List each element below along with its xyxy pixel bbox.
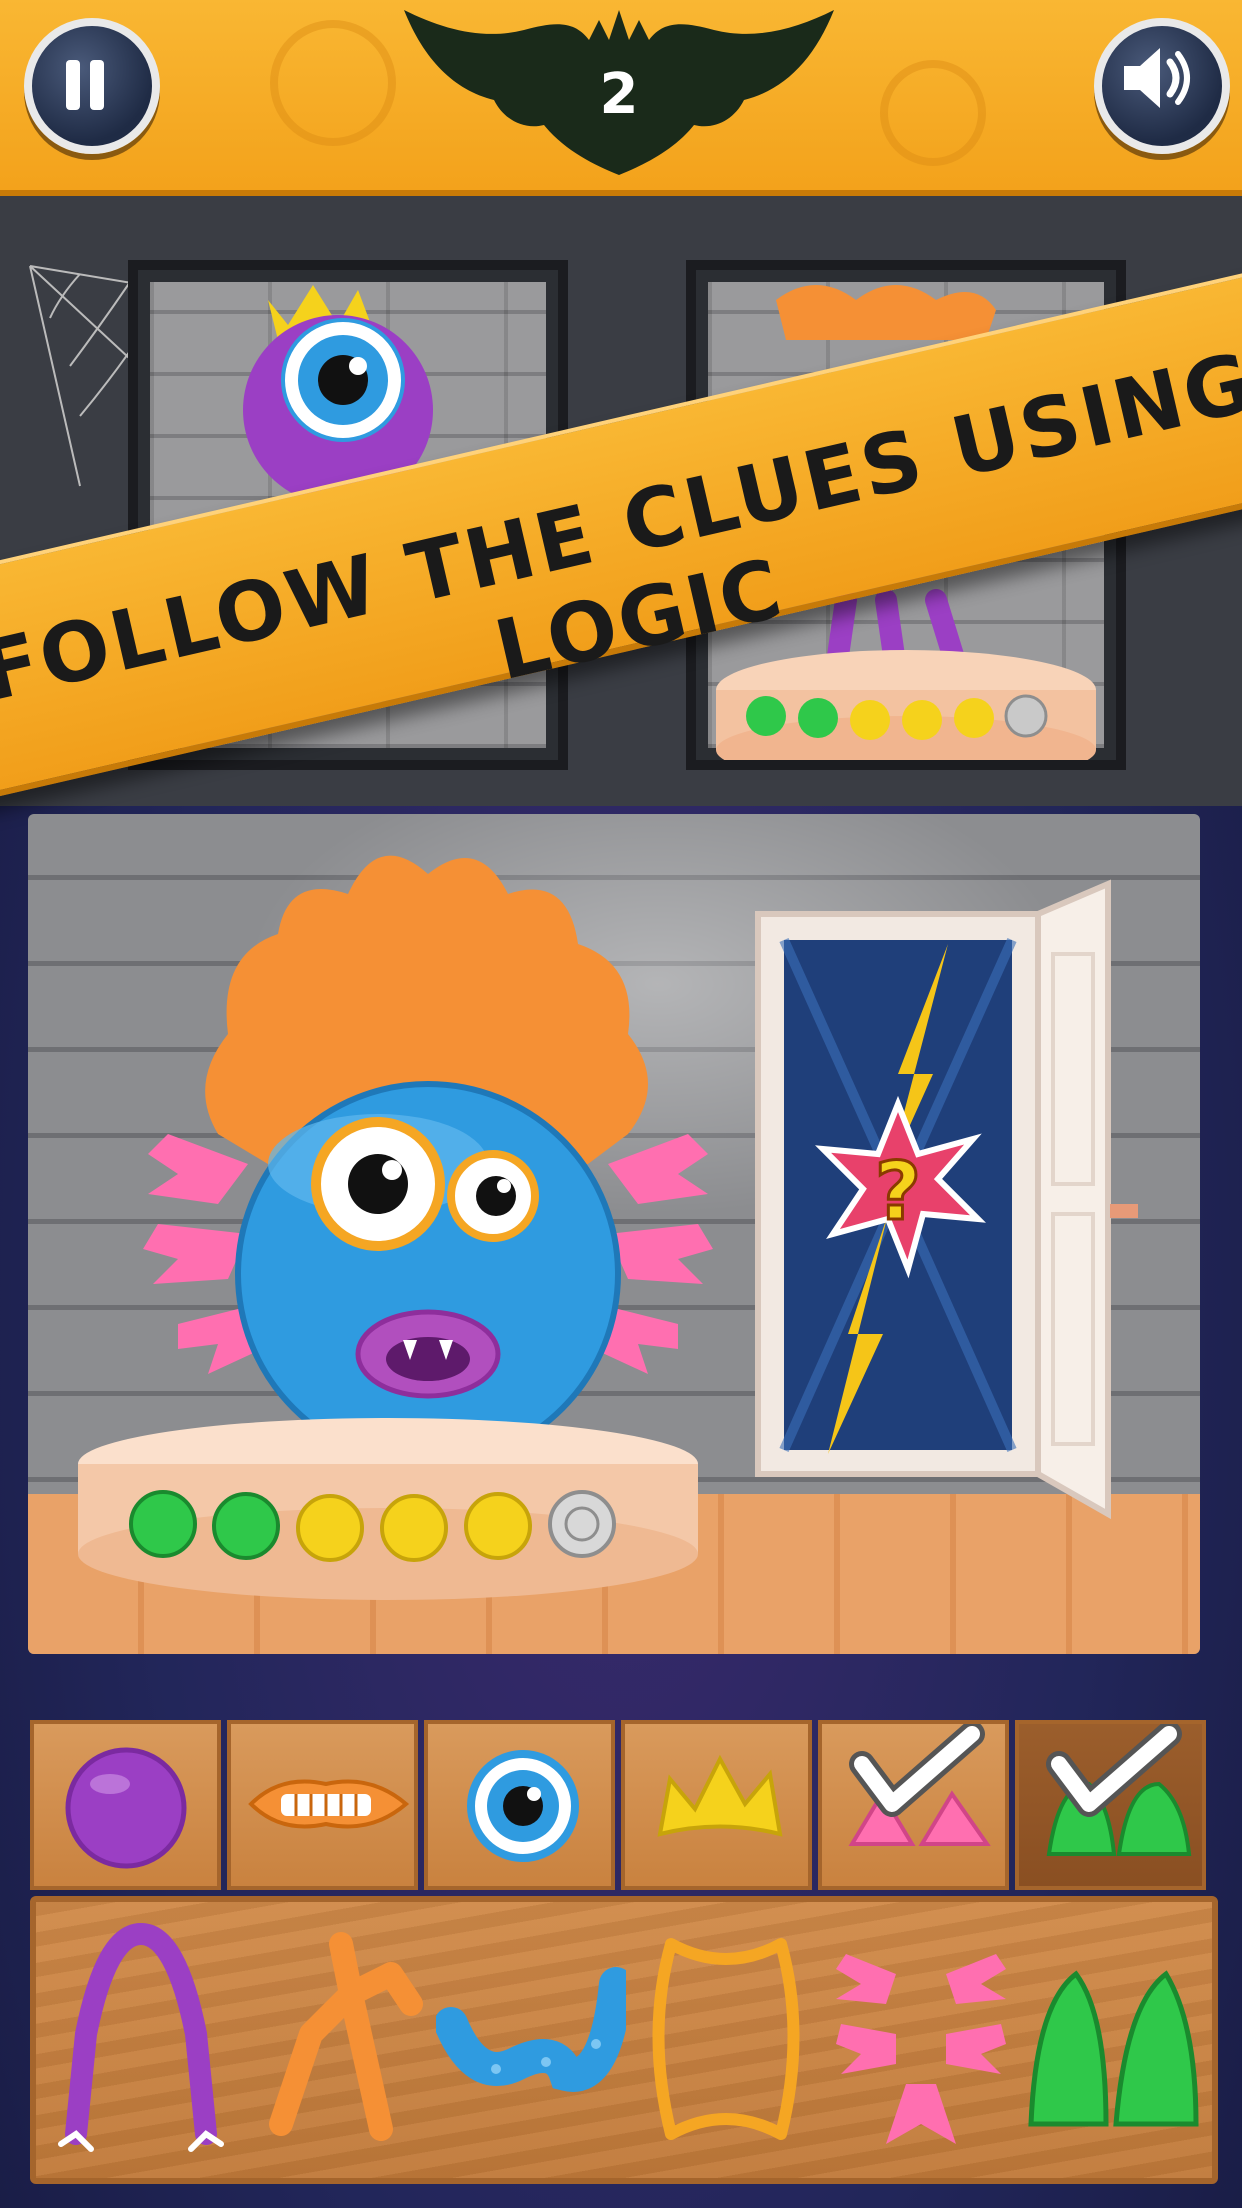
indicator-green — [129, 1490, 197, 1558]
tray-slot-orange-mouth[interactable] — [227, 1720, 418, 1890]
question-mark-icon: ? — [875, 1145, 921, 1238]
part-blue-tentacle[interactable] — [436, 1914, 626, 2164]
yellow-crown-icon — [657, 1754, 783, 1837]
indicator-green — [212, 1492, 280, 1560]
tray-slot-yellow-crown[interactable] — [621, 1720, 812, 1890]
game-screen: 2 FOLLOW THE CLUES USING LOGIC ? — [0, 0, 1242, 2208]
tray-slot-blue-eye[interactable] — [424, 1720, 615, 1890]
speaker-icon — [1124, 48, 1190, 108]
pause-button[interactable] — [24, 18, 160, 154]
indicator-gray — [1004, 694, 1048, 738]
level-badge: 2 — [404, 0, 834, 180]
level-number: 2 — [599, 62, 639, 127]
orange-outline-body-icon — [652, 1938, 800, 2140]
indicator-yellow — [954, 698, 994, 738]
green-feet-icon — [1028, 1970, 1199, 2127]
purple-legs-icon — [65, 1922, 217, 2145]
indicator-yellow — [380, 1494, 448, 1562]
indicator-yellow — [850, 700, 890, 740]
part-orange-outline-body[interactable] — [631, 1914, 821, 2164]
pink-claws-icon — [836, 1954, 1006, 2144]
tray-slot-green-feet[interactable] — [1015, 1720, 1206, 1890]
parts-palette — [30, 1896, 1218, 2184]
indicator-gray — [548, 1490, 616, 1558]
decor-swirl — [270, 20, 396, 146]
door-handle-icon — [1110, 1204, 1138, 1218]
orange-hair-icon — [776, 285, 996, 340]
purple-body-icon — [65, 1747, 187, 1869]
pink-feet-icon — [848, 1790, 991, 1846]
selected-parts-row — [30, 1720, 1206, 1890]
top-bar: 2 — [0, 0, 1242, 196]
orange-legs-icon — [269, 1932, 423, 2141]
part-pink-claws[interactable] — [826, 1914, 1016, 2164]
main-room: ? — [28, 814, 1200, 1654]
tray-slot-purple-body[interactable] — [30, 1720, 221, 1890]
blue-tentacle-icon — [436, 1967, 626, 2092]
pedestal — [78, 1418, 698, 1600]
tray-slot-pink-feet[interactable] — [818, 1720, 1009, 1890]
indicator-yellow — [296, 1494, 364, 1562]
decor-swirl — [880, 60, 986, 166]
indicator-yellow — [464, 1492, 532, 1560]
part-orange-legs[interactable] — [241, 1914, 431, 2164]
part-purple-legs[interactable] — [46, 1914, 236, 2164]
mystery-door[interactable]: ? — [748, 874, 1168, 1574]
indicator-yellow — [902, 700, 942, 740]
part-green-feet[interactable] — [1016, 1914, 1206, 2164]
sound-button[interactable] — [1094, 18, 1230, 154]
indicator-green — [798, 698, 838, 738]
indicator-green — [746, 696, 786, 736]
